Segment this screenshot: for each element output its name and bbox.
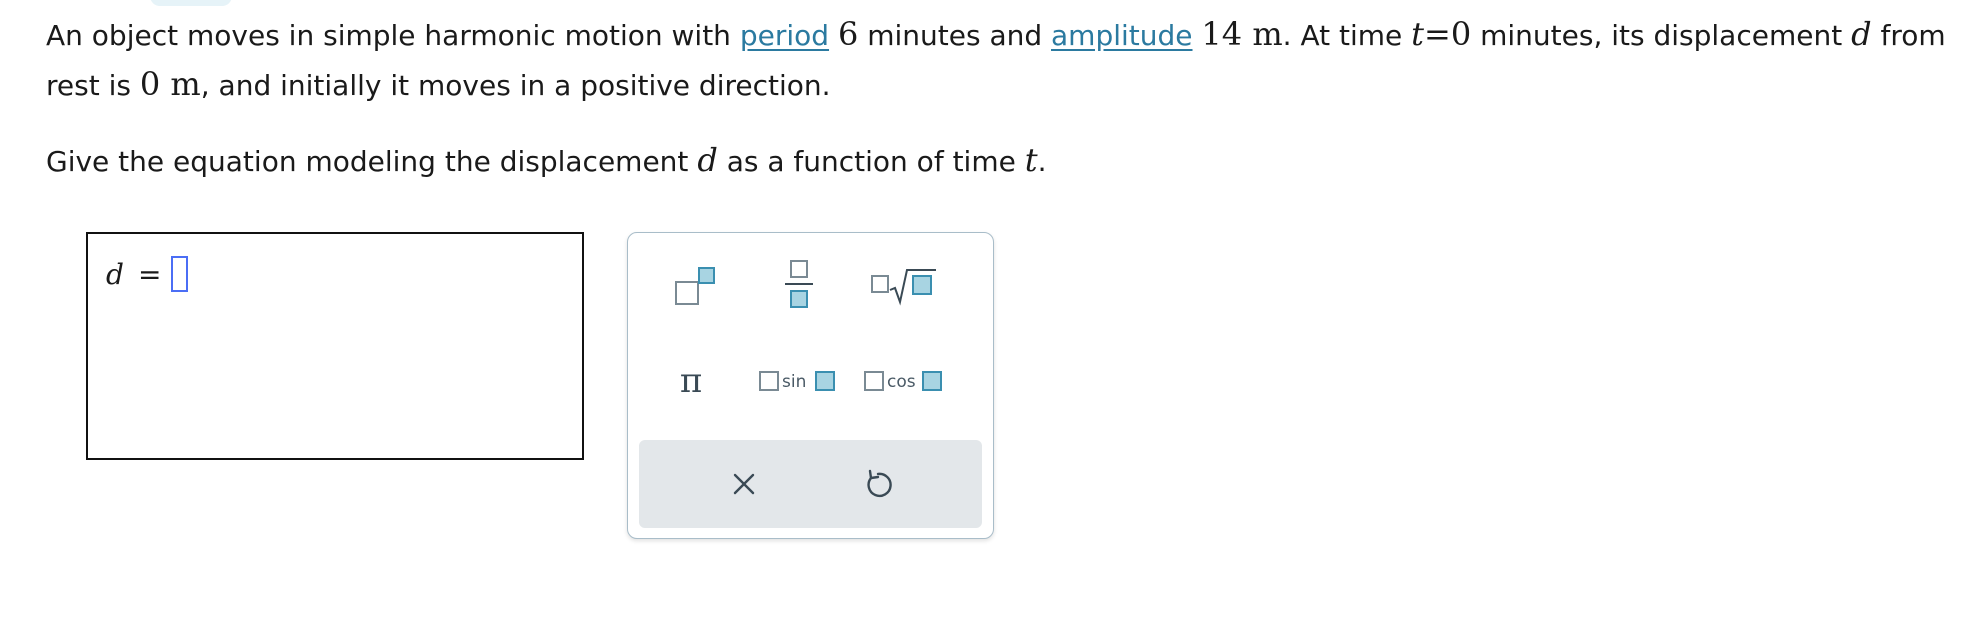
sin-template-icon: sin (759, 371, 835, 392)
displacement-variable: d (1851, 15, 1872, 53)
pi-icon: π (679, 361, 703, 401)
period-value: 6 (837, 15, 859, 53)
superscript-button[interactable] (646, 255, 736, 315)
undo-button[interactable] (833, 454, 923, 514)
problem-text: minutes and (858, 19, 1052, 52)
clear-icon (733, 473, 755, 495)
pi-button[interactable]: π (646, 351, 736, 411)
question-text: Give the equation modeling the displacem… (46, 145, 698, 178)
question-prompt: Give the equation modeling the displacem… (46, 136, 1047, 186)
amplitude-link[interactable]: amplitude (1051, 19, 1193, 52)
cos-template-icon: cos (864, 371, 942, 392)
fraction-template-icon (785, 260, 813, 308)
page: An object moves in simple harmonic motio… (0, 0, 1976, 634)
problem-text: . At time (1282, 19, 1412, 52)
time-initial-value: =0 (1424, 15, 1472, 53)
sin-button[interactable]: sin (754, 351, 844, 411)
undo-icon (867, 469, 892, 498)
answer-row: d = (106, 256, 189, 292)
fraction-button[interactable] (754, 255, 844, 315)
problem-text: , and initially it moves in a positive d… (200, 69, 831, 102)
answer-lhs: d (106, 257, 124, 291)
displacement-variable: d (697, 141, 718, 179)
question-text: as a function of time (717, 145, 1025, 178)
cos-label: cos (887, 372, 916, 392)
problem-text (829, 19, 838, 52)
math-keypad: π sin cos (627, 232, 994, 539)
cos-button[interactable]: cos (861, 351, 951, 411)
time-variable: t (1411, 15, 1425, 53)
answer-input-box[interactable]: d = (86, 232, 584, 460)
time-variable: t (1024, 141, 1038, 179)
superscript-template-icon (675, 267, 715, 305)
keypad-action-bar (639, 440, 982, 528)
period-link[interactable]: period (740, 19, 829, 52)
nth-root-template-icon (871, 269, 936, 306)
top-tab-indicator (150, 0, 232, 6)
question-text: . (1037, 145, 1047, 178)
amplitude-value: 14 m (1201, 15, 1283, 53)
problem-text: minutes, its displacement (1471, 19, 1852, 52)
clear-button[interactable] (699, 454, 789, 514)
sin-label: sin (782, 372, 806, 392)
rest-value: 0 m (139, 65, 201, 103)
problem-statement: An object moves in simple harmonic motio… (46, 10, 1966, 110)
problem-text: An object moves in simple harmonic motio… (46, 19, 740, 52)
nth-root-button[interactable] (861, 255, 951, 315)
answer-equals: = (137, 257, 162, 291)
answer-input-slot[interactable] (171, 256, 189, 292)
